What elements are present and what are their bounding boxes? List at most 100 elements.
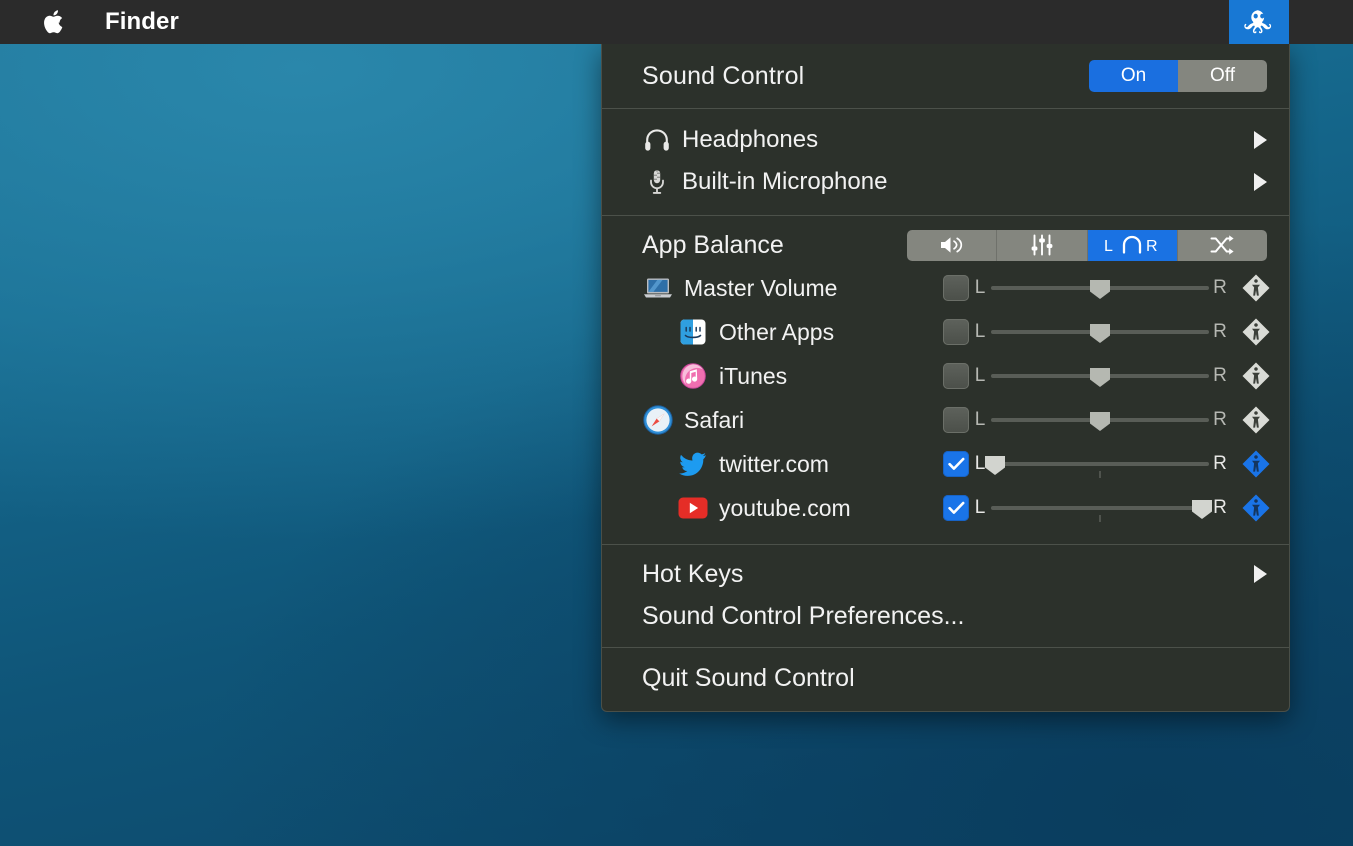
menu-item-preferences[interactable]: Sound Control Preferences... — [602, 595, 1289, 637]
menu-item-quit[interactable]: Quit Sound Control — [602, 657, 1289, 699]
label-left: L — [974, 321, 986, 342]
mute-checkbox[interactable] — [943, 407, 969, 433]
label-right: R — [1213, 321, 1227, 342]
safari-icon — [642, 405, 674, 435]
balance-slider[interactable] — [991, 319, 1209, 345]
page-title: Sound Control — [642, 61, 805, 90]
macbook-icon — [642, 274, 674, 302]
devices-section: Headphones Built-in Microphone — [602, 109, 1289, 215]
mute-checkbox[interactable] — [943, 275, 969, 301]
balance-row-master-volume[interactable]: Master Volume L R — [602, 266, 1289, 310]
app-label: twitter.com — [719, 450, 829, 477]
row-controls: L R — [943, 273, 1271, 303]
balance-indicator-icon[interactable] — [1241, 493, 1271, 523]
shuffle-routing-icon[interactable] — [1176, 229, 1267, 261]
balance-lr-icon[interactable]: L R — [1086, 229, 1177, 261]
octopus-icon[interactable] — [1229, 0, 1289, 44]
balance-slider[interactable] — [991, 407, 1209, 433]
twitter-icon — [677, 450, 709, 478]
balance-row-youtube[interactable]: youtube.com L R — [602, 486, 1289, 530]
app-label: Other Apps — [719, 318, 835, 345]
menu-item-label: Quit Sound Control — [642, 663, 855, 692]
triangle-right-icon[interactable] — [1254, 565, 1267, 583]
row-controls: L R — [943, 449, 1271, 479]
mute-checkbox[interactable] — [943, 363, 969, 389]
triangle-right-icon[interactable] — [1254, 173, 1267, 191]
slider-thumb[interactable] — [1191, 499, 1213, 520]
label-left: L — [974, 497, 986, 518]
device-label: Built-in Microphone — [682, 168, 888, 195]
sound-control-toggle[interactable]: On Off — [1089, 60, 1267, 92]
slider-track — [991, 506, 1209, 510]
slider-thumb[interactable] — [984, 455, 1006, 476]
slider-thumb[interactable] — [1089, 367, 1111, 388]
balance-row-itunes[interactable]: iTunes L R — [602, 354, 1289, 398]
menu-items-section: Hot Keys Sound Control Preferences... — [602, 545, 1289, 647]
balance-slider[interactable] — [985, 451, 1209, 478]
headphones-icon — [642, 128, 672, 152]
slider-track — [991, 462, 1209, 466]
triangle-right-icon[interactable] — [1254, 131, 1267, 149]
device-label: Headphones — [682, 126, 819, 153]
mode-segmented-control[interactable]: L R — [907, 229, 1267, 261]
quit-section: Quit Sound Control — [602, 648, 1289, 711]
toggle-on-button[interactable]: On — [1089, 60, 1178, 92]
menu-item-label: Sound Control Preferences... — [642, 601, 965, 630]
slider-thumb[interactable] — [1089, 323, 1111, 344]
balance-row-twitter[interactable]: twitter.com L R — [602, 442, 1289, 486]
row-controls: L R — [943, 317, 1271, 347]
microphone-icon — [642, 169, 672, 195]
apple-logo-icon[interactable] — [40, 7, 66, 37]
balance-indicator-icon[interactable] — [1241, 273, 1271, 303]
label-right: R — [1213, 365, 1227, 386]
menubar-app-name[interactable]: Finder — [105, 8, 179, 36]
balance-indicator-icon[interactable] — [1241, 317, 1271, 347]
label-right: R — [1213, 277, 1227, 298]
itunes-icon — [677, 362, 709, 390]
sound-control-menu: Sound Control On Off Headphones Built-in… — [601, 44, 1290, 712]
balance-slider[interactable] — [991, 495, 1213, 522]
balance-row-safari[interactable]: Safari L R — [602, 398, 1289, 442]
row-controls: L R — [943, 405, 1271, 435]
mute-checkbox[interactable] — [943, 495, 969, 521]
slider-center-tick — [1099, 471, 1101, 478]
app-balance-header: App Balance L R — [602, 224, 1289, 266]
mute-checkbox[interactable] — [943, 319, 969, 345]
toggle-off-button[interactable]: Off — [1178, 60, 1267, 92]
row-controls: L R — [943, 493, 1271, 523]
equalizer-sliders-icon[interactable] — [996, 229, 1087, 261]
svg-text:L: L — [1104, 238, 1113, 255]
balance-indicator-icon[interactable] — [1241, 405, 1271, 435]
balance-slider[interactable] — [991, 363, 1209, 389]
menu-item-hot-keys[interactable]: Hot Keys — [602, 553, 1289, 595]
balance-indicator-icon[interactable] — [1241, 449, 1271, 479]
app-balance-section: App Balance L R Master Volume L R Other … — [602, 216, 1289, 544]
label-left: L — [974, 277, 986, 298]
mute-checkbox[interactable] — [943, 451, 969, 477]
menu-header: Sound Control On Off — [602, 44, 1289, 108]
balance-row-other-apps[interactable]: Other Apps L R — [602, 310, 1289, 354]
slider-thumb[interactable] — [1089, 411, 1111, 432]
app-label: youtube.com — [719, 494, 851, 521]
device-row-headphones[interactable]: Headphones — [602, 119, 1289, 161]
label-left: L — [974, 365, 986, 386]
balance-slider[interactable] — [991, 275, 1209, 301]
slider-center-tick — [1099, 515, 1101, 522]
device-row-microphone[interactable]: Built-in Microphone — [602, 161, 1289, 203]
app-label: Safari — [684, 406, 745, 433]
balance-indicator-icon[interactable] — [1241, 361, 1271, 391]
label-right: R — [1213, 453, 1227, 474]
label-left: L — [974, 409, 986, 430]
finder-icon — [677, 318, 709, 346]
label-right: R — [1213, 409, 1227, 430]
speaker-volume-icon[interactable] — [907, 229, 997, 261]
app-label: Master Volume — [684, 274, 838, 301]
menubar: Finder — [0, 0, 1353, 44]
svg-text:R: R — [1146, 238, 1158, 255]
menu-item-label: Hot Keys — [642, 559, 744, 588]
youtube-icon — [677, 494, 709, 522]
app-label: iTunes — [719, 362, 788, 389]
slider-thumb[interactable] — [1089, 279, 1111, 300]
row-controls: L R — [943, 361, 1271, 391]
section-title: App Balance — [642, 230, 784, 259]
